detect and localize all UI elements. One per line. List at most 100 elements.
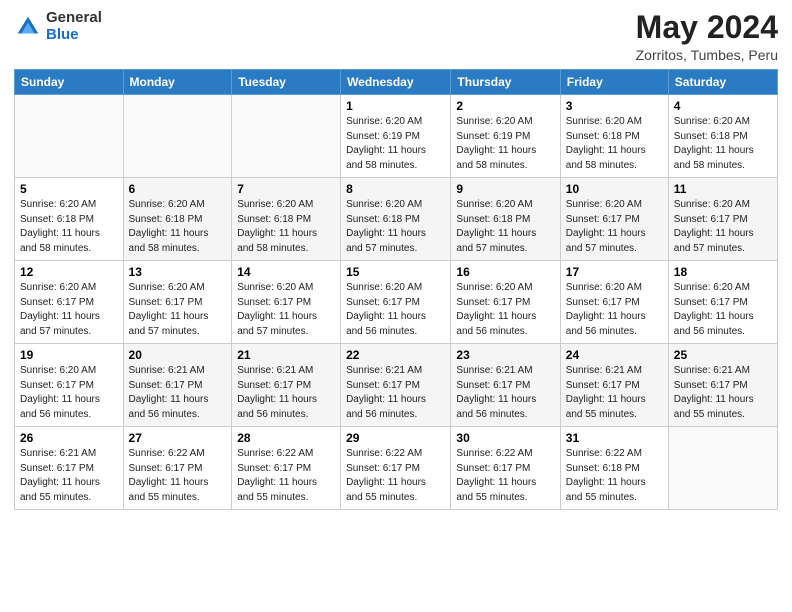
day-info: Sunrise: 6:20 AM Sunset: 6:17 PM Dayligh…: [674, 198, 772, 256]
table-row: 4 Sunrise: 6:20 AM Sunset: 6:18 PM Daylig…: [668, 95, 777, 178]
table-row: [15, 95, 124, 178]
table-row: 19 Sunrise: 6:20 AM Sunset: 6:17 PM Dayli…: [15, 344, 124, 427]
table-row: 30 Sunrise: 6:22 AM Sunset: 6:17 PM Dayli…: [451, 427, 560, 510]
table-row: [232, 95, 341, 178]
logo-icon: [14, 13, 42, 41]
day-number: 28: [237, 431, 335, 445]
day-number: 19: [20, 348, 118, 362]
day-number: 31: [566, 431, 663, 445]
day-info: Sunrise: 6:20 AM Sunset: 6:17 PM Dayligh…: [674, 281, 772, 339]
day-number: 3: [566, 99, 663, 113]
day-info: Sunrise: 6:20 AM Sunset: 6:17 PM Dayligh…: [20, 364, 118, 422]
day-info: Sunrise: 6:21 AM Sunset: 6:17 PM Dayligh…: [237, 364, 335, 422]
table-row: 5 Sunrise: 6:20 AM Sunset: 6:18 PM Daylig…: [15, 178, 124, 261]
calendar-header-row: Sunday Monday Tuesday Wednesday Thursday…: [15, 70, 778, 95]
day-info: Sunrise: 6:20 AM Sunset: 6:17 PM Dayligh…: [346, 281, 445, 339]
day-number: 13: [129, 265, 227, 279]
day-info: Sunrise: 6:22 AM Sunset: 6:17 PM Dayligh…: [346, 447, 445, 505]
table-row: 29 Sunrise: 6:22 AM Sunset: 6:17 PM Dayli…: [341, 427, 451, 510]
day-info: Sunrise: 6:22 AM Sunset: 6:18 PM Dayligh…: [566, 447, 663, 505]
day-info: Sunrise: 6:21 AM Sunset: 6:17 PM Dayligh…: [456, 364, 554, 422]
day-info: Sunrise: 6:21 AM Sunset: 6:17 PM Dayligh…: [566, 364, 663, 422]
day-info: Sunrise: 6:21 AM Sunset: 6:17 PM Dayligh…: [346, 364, 445, 422]
header: General Blue May 2024 Zorritos, Tumbes, …: [14, 10, 778, 63]
day-info: Sunrise: 6:20 AM Sunset: 6:19 PM Dayligh…: [456, 115, 554, 173]
day-info: Sunrise: 6:20 AM Sunset: 6:19 PM Dayligh…: [346, 115, 445, 173]
table-row: 24Sunrise: 6:21 AM Sunset: 6:17 PM Dayli…: [560, 344, 668, 427]
table-row: 22 Sunrise: 6:21 AM Sunset: 6:17 PM Dayli…: [341, 344, 451, 427]
table-row: 14 Sunrise: 6:20 AM Sunset: 6:17 PM Dayli…: [232, 261, 341, 344]
day-info: Sunrise: 6:20 AM Sunset: 6:17 PM Dayligh…: [566, 281, 663, 339]
day-number: 20: [129, 348, 227, 362]
day-number: 18: [674, 265, 772, 279]
table-row: 23 Sunrise: 6:21 AM Sunset: 6:17 PM Dayli…: [451, 344, 560, 427]
table-row: 3 Sunrise: 6:20 AM Sunset: 6:18 PM Daylig…: [560, 95, 668, 178]
day-info: Sunrise: 6:22 AM Sunset: 6:17 PM Dayligh…: [129, 447, 227, 505]
table-row: 18 Sunrise: 6:20 AM Sunset: 6:17 PM Dayli…: [668, 261, 777, 344]
day-number: 11: [674, 182, 772, 196]
day-info: Sunrise: 6:20 AM Sunset: 6:17 PM Dayligh…: [566, 198, 663, 256]
day-number: 22: [346, 348, 445, 362]
logo-text: General Blue: [46, 10, 102, 43]
day-info: Sunrise: 6:20 AM Sunset: 6:17 PM Dayligh…: [456, 281, 554, 339]
day-number: 14: [237, 265, 335, 279]
table-row: 16 Sunrise: 6:20 AM Sunset: 6:17 PM Dayli…: [451, 261, 560, 344]
calendar-week-row: 1 Sunrise: 6:20 AM Sunset: 6:19 PM Daylig…: [15, 95, 778, 178]
table-row: [668, 427, 777, 510]
day-number: 4: [674, 99, 772, 113]
col-thursday: Thursday: [451, 70, 560, 95]
table-row: 13 Sunrise: 6:20 AM Sunset: 6:17 PM Dayli…: [123, 261, 232, 344]
day-info: Sunrise: 6:20 AM Sunset: 6:18 PM Dayligh…: [237, 198, 335, 256]
table-row: 9Sunrise: 6:20 AM Sunset: 6:18 PM Daylig…: [451, 178, 560, 261]
logo-blue-text: Blue: [46, 27, 102, 44]
title-location: Zorritos, Tumbes, Peru: [636, 47, 778, 63]
title-block: May 2024 Zorritos, Tumbes, Peru: [636, 10, 778, 63]
day-number: 30: [456, 431, 554, 445]
day-info: Sunrise: 6:21 AM Sunset: 6:17 PM Dayligh…: [129, 364, 227, 422]
table-row: 2Sunrise: 6:20 AM Sunset: 6:19 PM Daylig…: [451, 95, 560, 178]
day-number: 23: [456, 348, 554, 362]
table-row: 21 Sunrise: 6:21 AM Sunset: 6:17 PM Dayli…: [232, 344, 341, 427]
day-number: 7: [237, 182, 335, 196]
table-row: 28 Sunrise: 6:22 AM Sunset: 6:17 PM Dayli…: [232, 427, 341, 510]
table-row: 8Sunrise: 6:20 AM Sunset: 6:18 PM Daylig…: [341, 178, 451, 261]
day-info: Sunrise: 6:21 AM Sunset: 6:17 PM Dayligh…: [674, 364, 772, 422]
day-number: 25: [674, 348, 772, 362]
col-saturday: Saturday: [668, 70, 777, 95]
page: General Blue May 2024 Zorritos, Tumbes, …: [0, 0, 792, 612]
day-info: Sunrise: 6:20 AM Sunset: 6:18 PM Dayligh…: [566, 115, 663, 173]
table-row: 20 Sunrise: 6:21 AM Sunset: 6:17 PM Dayli…: [123, 344, 232, 427]
day-info: Sunrise: 6:22 AM Sunset: 6:17 PM Dayligh…: [237, 447, 335, 505]
day-number: 21: [237, 348, 335, 362]
table-row: 12Sunrise: 6:20 AM Sunset: 6:17 PM Dayli…: [15, 261, 124, 344]
col-wednesday: Wednesday: [341, 70, 451, 95]
day-number: 29: [346, 431, 445, 445]
day-number: 9: [456, 182, 554, 196]
col-monday: Monday: [123, 70, 232, 95]
calendar-week-row: 26Sunrise: 6:21 AM Sunset: 6:17 PM Dayli…: [15, 427, 778, 510]
day-number: 27: [129, 431, 227, 445]
table-row: 1 Sunrise: 6:20 AM Sunset: 6:19 PM Daylig…: [341, 95, 451, 178]
day-info: Sunrise: 6:20 AM Sunset: 6:17 PM Dayligh…: [237, 281, 335, 339]
day-number: 5: [20, 182, 118, 196]
title-month: May 2024: [636, 10, 778, 45]
day-info: Sunrise: 6:20 AM Sunset: 6:18 PM Dayligh…: [129, 198, 227, 256]
day-number: 16: [456, 265, 554, 279]
day-number: 10: [566, 182, 663, 196]
col-friday: Friday: [560, 70, 668, 95]
day-info: Sunrise: 6:22 AM Sunset: 6:17 PM Dayligh…: [456, 447, 554, 505]
col-tuesday: Tuesday: [232, 70, 341, 95]
table-row: 27 Sunrise: 6:22 AM Sunset: 6:17 PM Dayli…: [123, 427, 232, 510]
logo-general-text: General: [46, 10, 102, 27]
day-info: Sunrise: 6:20 AM Sunset: 6:18 PM Dayligh…: [674, 115, 772, 173]
day-number: 6: [129, 182, 227, 196]
calendar-week-row: 12Sunrise: 6:20 AM Sunset: 6:17 PM Dayli…: [15, 261, 778, 344]
table-row: 26Sunrise: 6:21 AM Sunset: 6:17 PM Dayli…: [15, 427, 124, 510]
day-number: 1: [346, 99, 445, 113]
day-info: Sunrise: 6:20 AM Sunset: 6:18 PM Dayligh…: [20, 198, 118, 256]
day-info: Sunrise: 6:20 AM Sunset: 6:17 PM Dayligh…: [129, 281, 227, 339]
calendar-table: Sunday Monday Tuesday Wednesday Thursday…: [14, 69, 778, 510]
table-row: 11 Sunrise: 6:20 AM Sunset: 6:17 PM Dayli…: [668, 178, 777, 261]
table-row: 10 Sunrise: 6:20 AM Sunset: 6:17 PM Dayli…: [560, 178, 668, 261]
table-row: 17Sunrise: 6:20 AM Sunset: 6:17 PM Dayli…: [560, 261, 668, 344]
